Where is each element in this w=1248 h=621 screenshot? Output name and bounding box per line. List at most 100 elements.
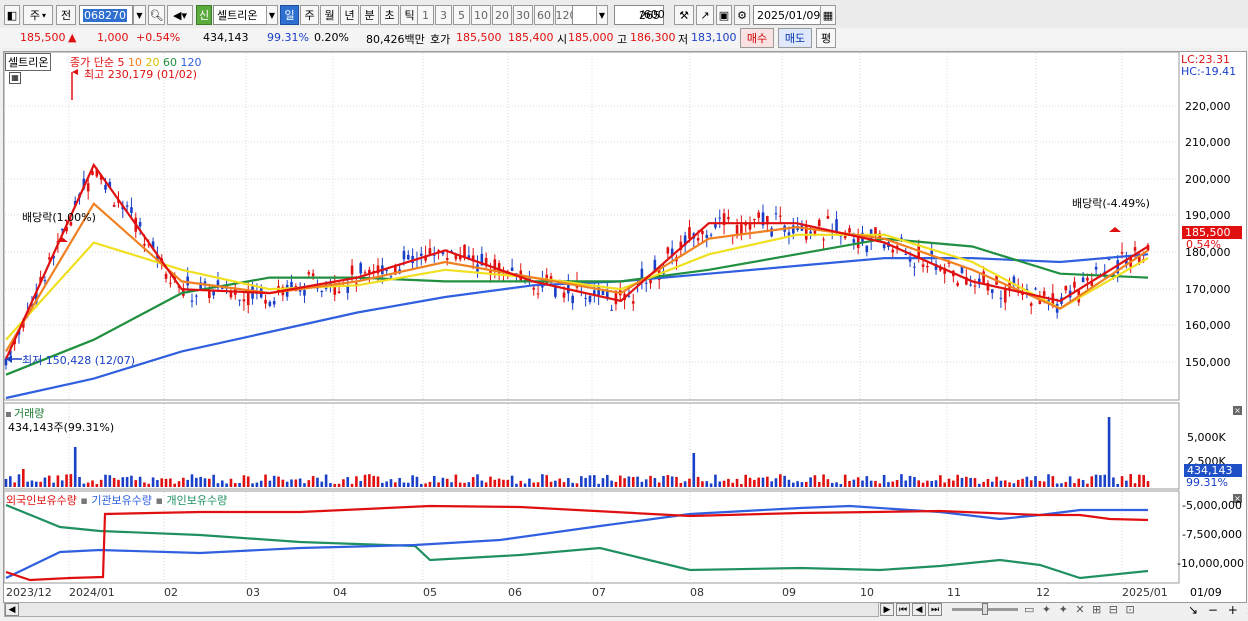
candle-body bbox=[753, 218, 756, 221]
candle-body bbox=[1029, 303, 1033, 306]
x-axis-label: 04 bbox=[333, 586, 347, 599]
volume-bar bbox=[394, 482, 397, 487]
candle-body bbox=[510, 267, 514, 271]
volume-bar bbox=[398, 477, 401, 487]
volume-bar bbox=[329, 483, 332, 487]
price-y-label: 160,000 bbox=[1185, 319, 1231, 332]
volume-bar bbox=[134, 480, 138, 487]
candle-body bbox=[571, 295, 574, 304]
volume-bar bbox=[1103, 474, 1107, 487]
candle-body bbox=[852, 239, 856, 243]
zoom-slider-handle[interactable] bbox=[982, 603, 988, 615]
volume-bar bbox=[233, 483, 237, 487]
volume-bar bbox=[813, 475, 817, 487]
volume-bar bbox=[450, 482, 453, 487]
next-page-button[interactable]: ⏭ bbox=[928, 603, 942, 616]
prev-page-button[interactable]: ◀ bbox=[912, 603, 926, 616]
candle-body bbox=[385, 269, 388, 271]
volume-bar bbox=[761, 477, 765, 487]
volume-bar bbox=[515, 483, 518, 487]
scrollbar[interactable] bbox=[4, 602, 879, 617]
candle-body bbox=[186, 276, 189, 286]
candle-body bbox=[125, 205, 129, 207]
candle-body bbox=[562, 292, 566, 298]
volume-bar bbox=[904, 480, 908, 487]
volume-bar bbox=[316, 477, 319, 487]
x-right-label: 01/09 bbox=[1190, 586, 1222, 599]
candle-body bbox=[246, 292, 250, 306]
volume-bar bbox=[753, 479, 756, 487]
volume-bar bbox=[1116, 483, 1120, 487]
volume-bar bbox=[545, 475, 549, 487]
volume-bar bbox=[588, 475, 592, 487]
volume-bar bbox=[692, 453, 696, 487]
volume-bar bbox=[506, 479, 510, 487]
volume-bar bbox=[510, 475, 514, 487]
volume-bar bbox=[65, 474, 68, 487]
volume-bar bbox=[1125, 480, 1128, 487]
volume-bar bbox=[1146, 481, 1150, 487]
volume-bar bbox=[930, 480, 934, 487]
volume-bar bbox=[104, 474, 107, 487]
chart-tools-icons[interactable]: ▭ ✦ ✦ ✕ ⊞ ⊟ ⊡ bbox=[1024, 603, 1137, 616]
volume-bar bbox=[437, 482, 440, 487]
volume-close-icon[interactable]: × bbox=[1233, 406, 1242, 415]
volume-bar bbox=[493, 479, 497, 487]
scroll-right-button[interactable]: ▶ bbox=[880, 603, 894, 616]
x-axis-label: 2023/12 bbox=[6, 586, 52, 599]
candle-body bbox=[718, 217, 722, 219]
volume-bar bbox=[324, 474, 328, 487]
volume-bar bbox=[718, 481, 722, 487]
candle-body bbox=[164, 273, 168, 279]
volume-bar bbox=[290, 479, 293, 487]
volume-bar bbox=[489, 476, 492, 487]
volume-bar bbox=[177, 481, 181, 487]
volume-bar bbox=[519, 480, 523, 487]
volume-bar bbox=[852, 479, 856, 487]
candle-body bbox=[631, 301, 635, 304]
volume-bar bbox=[303, 483, 306, 487]
volume-bar bbox=[242, 475, 246, 487]
candle-body bbox=[359, 263, 363, 274]
volume-bar bbox=[428, 481, 432, 487]
holding-legend: 외국인보유수량 ▪ 기관보유수량 ▪ 개인보유수량 bbox=[6, 492, 227, 508]
volume-bar bbox=[1142, 475, 1145, 487]
scroll-left-button[interactable]: ◀ bbox=[5, 603, 19, 616]
volume-bar bbox=[17, 474, 21, 487]
volume-bar bbox=[30, 480, 34, 487]
volume-bar bbox=[913, 476, 916, 487]
holding-y-2: -7,500,000 bbox=[1182, 528, 1242, 541]
volume-bar bbox=[415, 476, 419, 487]
volume-bar bbox=[705, 481, 709, 487]
volume-bar bbox=[770, 481, 773, 487]
volume-bar bbox=[208, 478, 211, 487]
volume-bar bbox=[1129, 474, 1132, 487]
hc-label: HC:-19.41 bbox=[1181, 65, 1237, 78]
volume-bar bbox=[947, 478, 951, 487]
candle-body bbox=[999, 297, 1003, 299]
volume-bar bbox=[1112, 477, 1115, 487]
chart-svg bbox=[3, 51, 1180, 584]
volume-bar bbox=[281, 479, 285, 487]
candle-body bbox=[809, 231, 812, 234]
volume-bar bbox=[549, 481, 553, 487]
candle-body bbox=[536, 293, 540, 295]
candle-body bbox=[272, 300, 276, 305]
first-button[interactable]: ⏮ bbox=[896, 603, 910, 616]
table-icon[interactable]: ▦ bbox=[9, 72, 21, 84]
volume-bar bbox=[1094, 474, 1098, 487]
volume-bar bbox=[372, 475, 375, 487]
zoom-controls[interactable]: ↘ − + A bbox=[1188, 603, 1248, 617]
price-y-label: 200,000 bbox=[1185, 173, 1231, 186]
volume-bar bbox=[216, 483, 220, 487]
candle-body bbox=[268, 301, 272, 306]
candle-body bbox=[1081, 277, 1085, 283]
volume-bar bbox=[1003, 480, 1007, 487]
volume-bar bbox=[78, 477, 81, 487]
volume-bar bbox=[748, 477, 752, 487]
volume-bar bbox=[255, 482, 259, 487]
candle-body bbox=[610, 309, 613, 311]
volume-bar bbox=[1051, 476, 1055, 487]
volume-bar bbox=[688, 478, 691, 487]
volume-bar bbox=[848, 480, 851, 487]
